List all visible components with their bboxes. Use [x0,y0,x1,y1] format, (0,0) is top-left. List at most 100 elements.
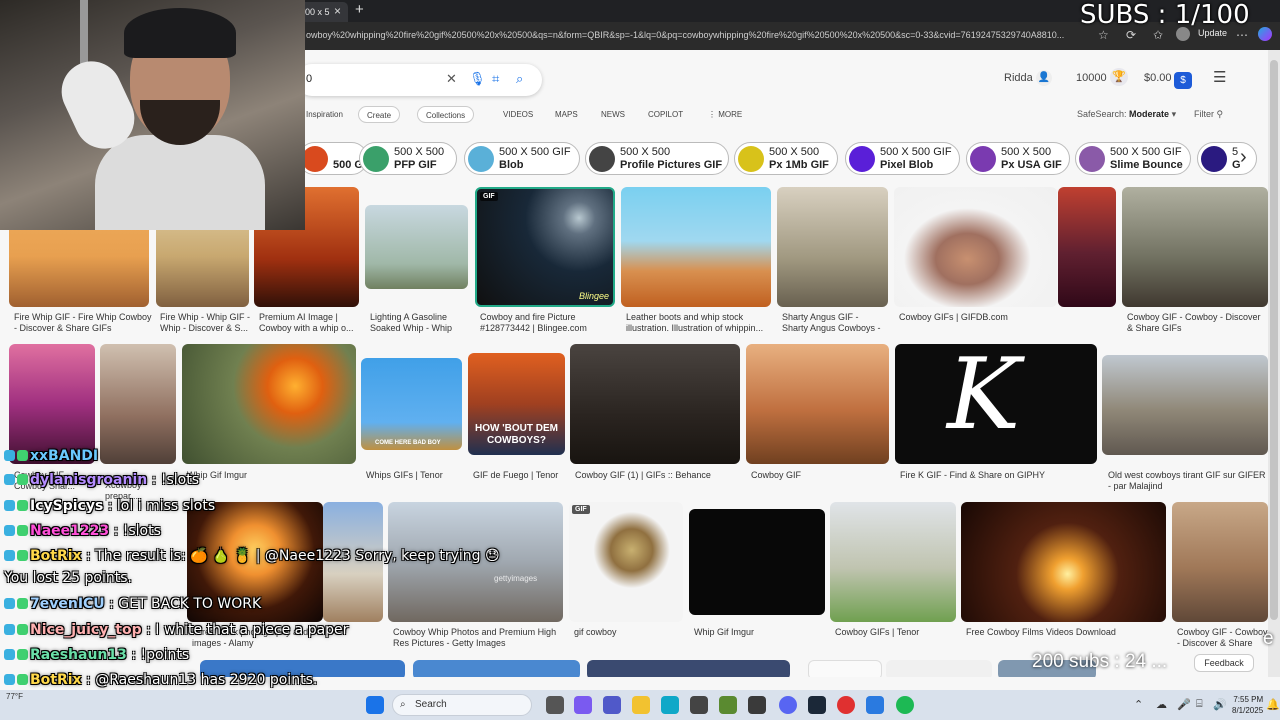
image-caption[interactable]: Cowboy Whip Photos and Premium High Res … [393,627,563,649]
tab-close-icon[interactable]: × [334,4,341,18]
star-icon[interactable]: ☆ [1098,28,1109,42]
image-tile[interactable]: K [895,344,1097,464]
clear-icon[interactable]: ✕ [446,71,457,87]
image-tile[interactable] [1172,502,1268,622]
image-caption[interactable]: Whip Gif Imgur [694,627,824,638]
visual-search-icon[interactable]: ⌗ [492,71,499,87]
image-tile[interactable]: HOW 'BOUT DEM COWBOYS? [468,353,565,455]
user-name[interactable]: Ridda [1004,72,1033,84]
image-caption[interactable]: Old west cowboys tirant GIF sur GIFER - … [1108,470,1268,492]
tray-cloud-icon[interactable]: ☁ [1156,698,1167,711]
image-caption[interactable]: Cowboy GIFs | GIFDB.com [899,312,1053,323]
image-tile[interactable] [961,502,1166,622]
trophy-icon[interactable]: 🏆 [1110,68,1128,86]
related-chip[interactable]: 500 X 500 GIF Slime Bounce [1075,142,1191,175]
image-caption[interactable]: GIF de Fuego | Tenor [473,470,569,481]
image-tile[interactable] [9,344,95,464]
new-tab-icon[interactable]: + [355,1,364,18]
search-box[interactable]: 0 ✕ 🎙 ⌗ ⌕ [296,64,542,96]
image-tile[interactable] [777,187,888,307]
image-caption[interactable]: Cowboy GIF (1) | GIFs :: Behance [575,470,739,481]
nav-maps[interactable]: MAPS [555,106,578,123]
image-caption[interactable]: Cowboy GIF - Cowboy - Discover & Share G… [1127,312,1265,334]
user-icon[interactable]: 👤 [1036,70,1052,86]
wifi-icon[interactable]: ⌸ [1196,698,1203,711]
clock[interactable]: 7:55 PM 8/1/2025 [1232,694,1263,716]
related-chip[interactable]: 500 X 500 Profile Pictures GIF [585,142,729,175]
favorites-icon[interactable]: ✩ [1153,28,1163,42]
steam-icon[interactable] [808,696,826,714]
image-caption[interactable]: Cowboy GIF [751,470,887,481]
image-tile[interactable] [621,187,771,307]
image-caption[interactable]: Fire Whip - Whip GIF - Whip - Discover &… [160,312,252,334]
image-caption[interactable]: Sharty Angus GIF - Sharty Angus Cowboys … [782,312,886,334]
image-caption[interactable]: Free Cowboy Films Videos Download [966,627,1166,638]
task-view-icon[interactable] [546,696,564,714]
image-tile[interactable] [1122,187,1268,307]
image-caption[interactable]: Cowboy GIF - Cowboy - Discover & Share G… [1177,627,1268,649]
nav-more[interactable]: ⋮ MORE [708,106,742,123]
balance-amount[interactable]: $0.00 [1144,72,1172,84]
copilot-taskbar-icon[interactable] [574,696,592,714]
image-tile[interactable] [1102,355,1268,455]
tray-mic-icon[interactable]: 🎤 [1177,698,1191,711]
image-tile[interactable] [808,660,882,677]
refresh-icon[interactable]: ⟳ [1126,28,1136,42]
app-icon[interactable] [748,696,766,714]
notification-icon[interactable]: 🔔 [1266,698,1280,711]
image-tile[interactable] [746,344,889,464]
filter-button[interactable]: Filter ⚲ [1194,109,1223,120]
nav-collections[interactable]: Collections [417,106,475,123]
photos-icon[interactable] [866,696,884,714]
hamburger-menu-icon[interactable]: ☰ [1213,68,1226,86]
taskbar-search[interactable]: ⌕ Search [392,694,532,716]
image-caption[interactable]: Cowboy GIFs | Tenor [835,627,955,638]
feedback-button[interactable]: Feedback [1194,654,1254,672]
copilot-icon[interactable] [1258,27,1272,41]
chevron-right-icon[interactable]: › [1240,146,1247,169]
minecraft-icon[interactable] [719,696,737,714]
volume-icon[interactable]: 🔊 [1213,698,1227,711]
image-tile[interactable] [182,344,356,464]
image-tile[interactable]: COME HERE BAD BOY [361,358,462,450]
related-chip[interactable]: 500 X 500 Px USA GIF [966,142,1070,175]
safesearch-control[interactable]: SafeSearch: Moderate ▾ [1077,109,1176,120]
rewards-points[interactable]: 10000 [1076,72,1107,84]
image-caption[interactable]: gif cowboy [574,627,682,638]
spotify-icon[interactable] [896,696,914,714]
image-caption[interactable]: Fire K GIF - Find & Share on GIPHY [900,470,1096,481]
menu-dots-icon[interactable]: ⋯ [1236,28,1248,42]
search-input[interactable]: 0 [306,73,312,85]
image-caption[interactable]: Whips GIFs | Tenor [366,470,466,481]
image-caption[interactable]: Lighting A Gasoline Soaked Whip - Whip G… [370,312,468,334]
image-tile[interactable] [1058,187,1116,307]
image-caption[interactable]: Premium AI Image | Cowboy with a whip o.… [259,312,359,334]
image-tile[interactable] [886,660,992,677]
image-tile[interactable]: GIF Blingee [475,187,615,307]
chrome-icon[interactable] [837,696,855,714]
image-tile[interactable] [413,660,580,677]
file-explorer-icon[interactable] [632,696,650,714]
nav-news[interactable]: NEWS [601,106,625,123]
image-caption[interactable]: Whip Gif Imgur [187,470,351,481]
related-chip[interactable]: 500 X 500 GIF Blob [464,142,580,175]
weather-temp[interactable]: 77°F [6,692,23,701]
image-caption[interactable]: Cowboy and fire Picture #128773442 | Bli… [480,312,618,334]
image-tile[interactable]: GIF [569,502,683,622]
nav-inspiration[interactable]: Inspiration [306,106,343,123]
related-chip[interactable]: 500 X 500 Px 1Mb GIF [734,142,838,175]
edge-icon[interactable] [661,696,679,714]
dollar-icon[interactable]: $ [1174,72,1192,89]
image-tile[interactable] [100,344,176,464]
tray-chevron-icon[interactable]: ⌃ [1134,698,1143,711]
image-tile[interactable] [689,509,825,615]
related-chip[interactable]: 5G [1197,142,1257,175]
nav-create[interactable]: Create [358,106,401,123]
image-tile[interactable] [830,502,956,622]
image-caption[interactable]: Leather boots and whip stock illustratio… [626,312,766,334]
store-icon[interactable] [690,696,708,714]
microphone-icon[interactable]: 🎙 [469,71,486,87]
image-tile[interactable] [587,660,790,677]
nav-copilot[interactable]: COPILOT [648,106,683,123]
start-icon[interactable] [366,696,384,714]
